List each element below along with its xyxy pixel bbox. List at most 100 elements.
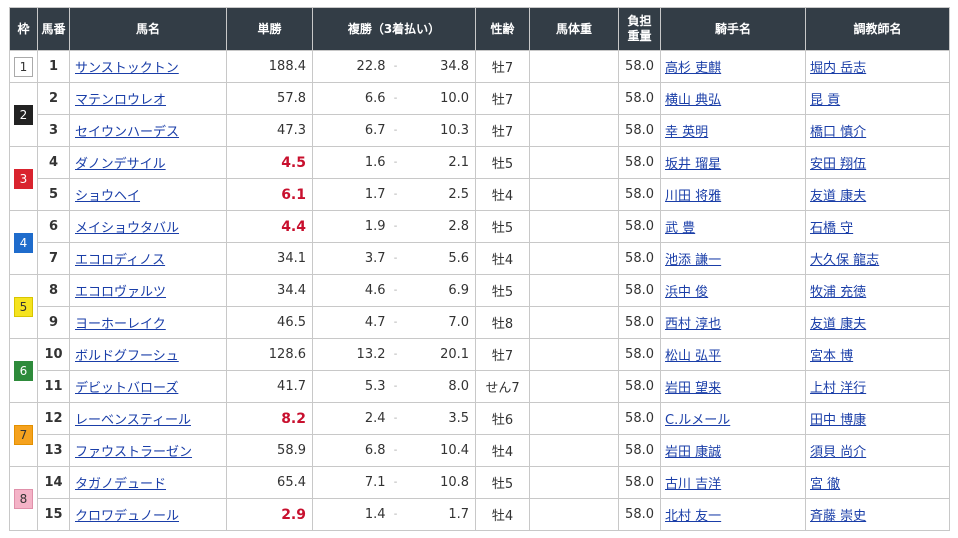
trainer-link[interactable]: 橋口 慎介 <box>810 125 866 140</box>
waku-badge: 6 <box>14 360 33 381</box>
jockey-link[interactable]: 岩田 康誠 <box>665 445 721 460</box>
trainer-cell: 宮 徹 <box>805 466 951 499</box>
trainer-link[interactable]: 大久保 龍志 <box>810 253 879 268</box>
trainer-link[interactable]: 須貝 尚介 <box>810 445 866 460</box>
jockey-cell: 岩田 康誠 <box>660 434 807 467</box>
place-separator: - <box>391 434 400 467</box>
trainer-link[interactable]: 牧浦 充徳 <box>810 285 866 300</box>
trainer-link[interactable]: 堀内 岳志 <box>810 61 866 76</box>
trainer-cell: 堀内 岳志 <box>805 50 951 83</box>
trainer-link[interactable]: 安田 翔伍 <box>810 157 866 172</box>
body-weight-cell <box>529 370 620 403</box>
header-place: 複勝（3着払い） <box>311 7 477 51</box>
jockey-link[interactable]: 池添 謙一 <box>665 253 721 268</box>
place-separator: - <box>391 498 400 531</box>
place-min-cell: 5.3 <box>312 370 392 403</box>
horse-link[interactable]: マテンロウレオ <box>75 93 166 108</box>
table-row: 2 2 マテンロウレオ 57.8 6.6-10.0 牡7 58.0 横山 典弘 昆 貢 <box>9 82 951 147</box>
trainer-cell: 橋口 慎介 <box>805 114 951 147</box>
sexage-cell: 牡4 <box>475 242 531 275</box>
sexage-cell: せん7 <box>475 370 531 403</box>
jockey-link[interactable]: 浜中 俊 <box>665 285 708 300</box>
table-row: 9 ヨーホーレイク 46.5 4.7-7.0 牡8 58.0 西村 淳也 友道 康夫 <box>10 306 951 339</box>
waku-cell: 8 <box>9 466 38 531</box>
table-row: 7 エコロディノス 34.1 3.7-5.6 牡4 58.0 池添 謙一 大久保 龍志 <box>10 242 951 275</box>
jockey-link[interactable]: 岩田 望来 <box>665 381 721 396</box>
jockey-link[interactable]: 川田 将雅 <box>665 189 721 204</box>
burden-cell: 58.0 <box>618 434 662 467</box>
horse-link[interactable]: ショウヘイ <box>75 189 140 204</box>
horse-link[interactable]: セイウンハーデス <box>75 125 179 140</box>
horse-link[interactable]: ボルドグフーシュ <box>75 349 179 364</box>
horse-link[interactable]: エコロヴァルツ <box>75 285 166 300</box>
horse-link[interactable]: タガノデュード <box>75 477 166 492</box>
umaban-cell: 13 <box>37 434 70 467</box>
jockey-link[interactable]: 幸 英明 <box>665 125 708 140</box>
win-odds-cell: 6.1 <box>226 178 313 211</box>
horse-cell: デビットバローズ <box>69 370 227 403</box>
waku-badge: 7 <box>14 424 33 445</box>
jockey-link[interactable]: C.ルメール <box>665 413 730 428</box>
table-row: 5 8 エコロヴァルツ 34.4 4.6-6.9 牡5 58.0 浜中 俊 牧浦 充徳 <box>9 274 951 339</box>
table-row: 4 6 メイショウタバル 4.4 1.9-2.8 牡5 58.0 武 豊 石橋 守 <box>9 210 951 275</box>
burden-cell: 58.0 <box>618 242 662 275</box>
table-row: 6 10 ボルドグフーシュ 128.6 13.2-20.1 牡7 58.0 松山 弘平 宮本 博 <box>9 338 951 403</box>
jockey-link[interactable]: 古川 吉洋 <box>665 477 721 492</box>
body-weight-cell <box>529 402 620 435</box>
horse-link[interactable]: エコロディノス <box>75 253 165 268</box>
trainer-cell: 友道 康夫 <box>805 306 951 339</box>
trainer-link[interactable]: 友道 康夫 <box>810 189 866 204</box>
burden-cell: 58.0 <box>618 178 662 211</box>
win-odds-cell: 128.6 <box>226 338 313 371</box>
jockey-link[interactable]: 西村 淳也 <box>665 317 721 332</box>
place-min-cell: 4.7 <box>312 306 392 339</box>
trainer-link[interactable]: 上村 洋行 <box>810 381 866 396</box>
jockey-link[interactable]: 北村 友一 <box>665 509 721 524</box>
jockey-link[interactable]: 横山 典弘 <box>665 93 721 108</box>
sexage-cell: 牡4 <box>475 498 531 531</box>
burden-cell: 58.0 <box>618 402 662 435</box>
jockey-link[interactable]: 高杉 吏麒 <box>665 61 721 76</box>
jockey-cell: 川田 将雅 <box>660 178 807 211</box>
win-odds-cell: 46.5 <box>226 306 313 339</box>
trainer-link[interactable]: 宮本 博 <box>810 349 853 364</box>
trainer-link[interactable]: 斉藤 崇史 <box>810 509 866 524</box>
place-min-cell: 1.4 <box>312 498 392 531</box>
horse-link[interactable]: ファウストラーゼン <box>75 445 192 460</box>
horse-cell: ダノンデサイル <box>69 146 227 179</box>
horse-link[interactable]: レーベンスティール <box>75 413 191 428</box>
table-row: 13 ファウストラーゼン 58.9 6.8-10.4 牡4 58.0 岩田 康誠 須貝 尚介 <box>10 434 951 467</box>
body-weight-cell <box>529 146 620 179</box>
burden-cell: 58.0 <box>618 306 662 339</box>
jockey-link[interactable]: 松山 弘平 <box>665 349 721 364</box>
burden-cell: 58.0 <box>618 210 662 243</box>
umaban-cell: 10 <box>37 338 70 371</box>
body-weight-cell <box>529 338 620 371</box>
trainer-link[interactable]: 宮 徹 <box>810 477 840 492</box>
umaban-cell: 11 <box>37 370 70 403</box>
win-odds-cell: 41.7 <box>226 370 313 403</box>
horse-link[interactable]: クロワデュノール <box>75 509 179 524</box>
jockey-cell: 坂井 瑠星 <box>660 146 807 179</box>
trainer-link[interactable]: 昆 貢 <box>810 93 840 108</box>
sexage-cell: 牡8 <box>475 306 531 339</box>
place-max-cell: 2.5 <box>399 178 477 211</box>
body-weight-cell <box>529 466 620 499</box>
umaban-cell: 15 <box>37 498 70 531</box>
burden-cell: 58.0 <box>618 82 662 115</box>
jockey-link[interactable]: 坂井 瑠星 <box>665 157 721 172</box>
win-odds-cell: 4.5 <box>226 146 313 179</box>
horse-link[interactable]: サンストックトン <box>75 61 179 76</box>
horse-link[interactable]: メイショウタバル <box>75 221 179 236</box>
horse-link[interactable]: ヨーホーレイク <box>75 317 166 332</box>
trainer-link[interactable]: 石橋 守 <box>810 221 853 236</box>
horse-link[interactable]: ダノンデサイル <box>75 157 166 172</box>
win-odds-cell: 8.2 <box>226 402 313 435</box>
body-weight-cell <box>529 306 620 339</box>
horse-link[interactable]: デビットバローズ <box>75 381 178 396</box>
trainer-link[interactable]: 田中 博康 <box>810 413 866 428</box>
jockey-cell: 高杉 吏麒 <box>660 50 807 83</box>
trainer-link[interactable]: 友道 康夫 <box>810 317 866 332</box>
jockey-link[interactable]: 武 豊 <box>665 221 695 236</box>
waku-badge: 3 <box>14 168 33 189</box>
